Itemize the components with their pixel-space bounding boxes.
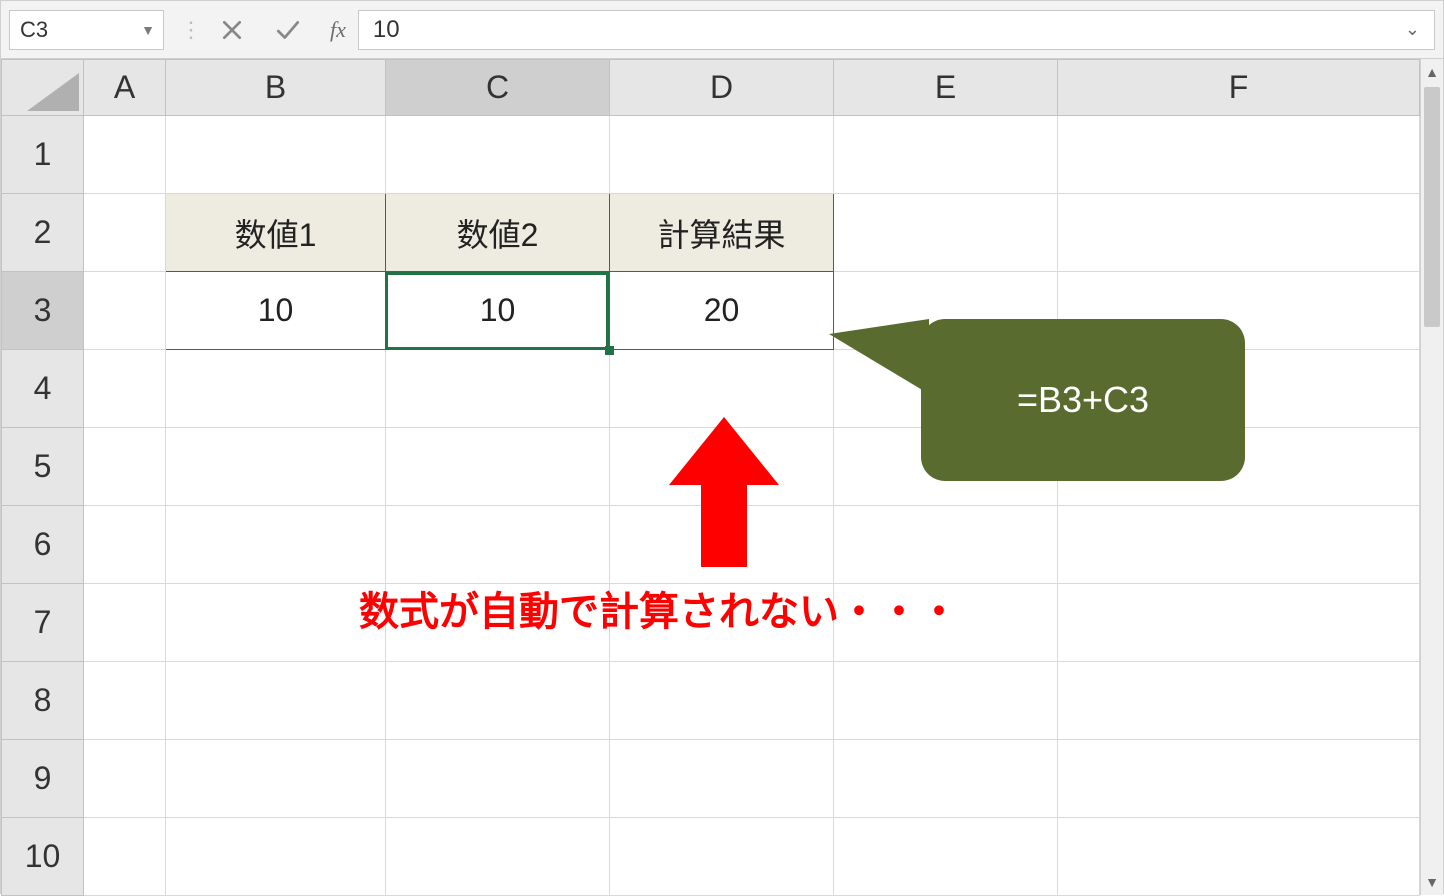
cell-a5[interactable] bbox=[84, 428, 166, 506]
vertical-scrollbar[interactable]: ▲ ▼ bbox=[1420, 59, 1443, 895]
cell-e2[interactable] bbox=[834, 194, 1058, 272]
cell-d4[interactable] bbox=[610, 350, 834, 428]
callout-tail bbox=[829, 319, 929, 394]
col-header-d[interactable]: D bbox=[610, 60, 834, 116]
cell-b2[interactable]: 数値1 bbox=[166, 194, 386, 272]
col-header-b[interactable]: B bbox=[166, 60, 386, 116]
cell-a6[interactable] bbox=[84, 506, 166, 584]
cell-f6[interactable] bbox=[1058, 506, 1420, 584]
cell-b1[interactable] bbox=[166, 116, 386, 194]
cell-c9[interactable] bbox=[386, 740, 610, 818]
row-header-5[interactable]: 5 bbox=[2, 428, 84, 506]
cell-a9[interactable] bbox=[84, 740, 166, 818]
row-header-1[interactable]: 1 bbox=[2, 116, 84, 194]
cell-e8[interactable] bbox=[834, 662, 1058, 740]
cancel-icon[interactable] bbox=[218, 16, 246, 44]
scrollbar-thumb[interactable] bbox=[1424, 87, 1440, 327]
row-header-4[interactable]: 4 bbox=[2, 350, 84, 428]
cell-f10[interactable] bbox=[1058, 818, 1420, 896]
cell-c10[interactable] bbox=[386, 818, 610, 896]
formula-value: 10 bbox=[373, 16, 400, 44]
divider-dots: ⋮ bbox=[172, 17, 210, 43]
cell-e6[interactable] bbox=[834, 506, 1058, 584]
cell-b3[interactable]: 10 bbox=[166, 272, 386, 350]
cell-a1[interactable] bbox=[84, 116, 166, 194]
cell-d3[interactable]: 20 bbox=[610, 272, 834, 350]
cell-d9[interactable] bbox=[610, 740, 834, 818]
cell-e1[interactable] bbox=[834, 116, 1058, 194]
fx-controls: fx bbox=[218, 16, 350, 44]
callout-text: =B3+C3 bbox=[1017, 379, 1149, 421]
col-header-f[interactable]: F bbox=[1058, 60, 1420, 116]
row-header-9[interactable]: 9 bbox=[2, 740, 84, 818]
col-header-a[interactable]: A bbox=[84, 60, 166, 116]
cell-a7[interactable] bbox=[84, 584, 166, 662]
cell-d10[interactable] bbox=[610, 818, 834, 896]
sheet-wrapper: A B C D E F 1 bbox=[1, 59, 1443, 895]
row-header-2[interactable]: 2 bbox=[2, 194, 84, 272]
arrow-up-icon bbox=[669, 417, 779, 567]
cell-f2[interactable] bbox=[1058, 194, 1420, 272]
chevron-up-icon[interactable]: ▲ bbox=[1421, 59, 1443, 85]
cell-c5[interactable] bbox=[386, 428, 610, 506]
grid-area[interactable]: A B C D E F 1 bbox=[1, 59, 1420, 895]
cell-c3[interactable]: 10 bbox=[386, 272, 610, 350]
cell-d1[interactable] bbox=[610, 116, 834, 194]
formula-bar: C3 ▼ ⋮ fx 10 ⌄ bbox=[1, 1, 1443, 59]
cell-c1[interactable] bbox=[386, 116, 610, 194]
annotation-text: 数式が自動で計算されない・・・ bbox=[359, 579, 959, 637]
name-box-value: C3 bbox=[20, 17, 48, 43]
chevron-down-icon[interactable]: ▼ bbox=[141, 22, 155, 38]
fx-icon[interactable]: fx bbox=[330, 17, 346, 43]
cell-b9[interactable] bbox=[166, 740, 386, 818]
cell-c6[interactable] bbox=[386, 506, 610, 584]
cell-c4[interactable] bbox=[386, 350, 610, 428]
cell-b10[interactable] bbox=[166, 818, 386, 896]
row-header-6[interactable]: 6 bbox=[2, 506, 84, 584]
col-header-c[interactable]: C bbox=[386, 60, 610, 116]
cell-b4[interactable] bbox=[166, 350, 386, 428]
cell-f7[interactable] bbox=[1058, 584, 1420, 662]
cell-a4[interactable] bbox=[84, 350, 166, 428]
cell-d8[interactable] bbox=[610, 662, 834, 740]
scrollbar-track[interactable] bbox=[1421, 85, 1443, 869]
cell-c2[interactable]: 数値2 bbox=[386, 194, 610, 272]
name-box[interactable]: C3 ▼ bbox=[9, 10, 164, 50]
cell-b5[interactable] bbox=[166, 428, 386, 506]
enter-icon[interactable] bbox=[274, 16, 302, 44]
select-all-corner[interactable] bbox=[2, 60, 84, 116]
cell-b6[interactable] bbox=[166, 506, 386, 584]
cell-a10[interactable] bbox=[84, 818, 166, 896]
row-header-7[interactable]: 7 bbox=[2, 584, 84, 662]
cell-a8[interactable] bbox=[84, 662, 166, 740]
chevron-down-icon[interactable]: ⌄ bbox=[1405, 19, 1420, 40]
cell-e10[interactable] bbox=[834, 818, 1058, 896]
cell-d2[interactable]: 計算結果 bbox=[610, 194, 834, 272]
cell-f8[interactable] bbox=[1058, 662, 1420, 740]
cell-f9[interactable] bbox=[1058, 740, 1420, 818]
col-header-e[interactable]: E bbox=[834, 60, 1058, 116]
cell-f1[interactable] bbox=[1058, 116, 1420, 194]
cell-a2[interactable] bbox=[84, 194, 166, 272]
cell-e9[interactable] bbox=[834, 740, 1058, 818]
formula-input[interactable]: 10 ⌄ bbox=[358, 10, 1435, 50]
cell-b8[interactable] bbox=[166, 662, 386, 740]
cell-a3[interactable] bbox=[84, 272, 166, 350]
callout-formula: =B3+C3 bbox=[921, 319, 1245, 481]
row-header-8[interactable]: 8 bbox=[2, 662, 84, 740]
cell-c8[interactable] bbox=[386, 662, 610, 740]
row-header-10[interactable]: 10 bbox=[2, 818, 84, 896]
row-header-3[interactable]: 3 bbox=[2, 272, 84, 350]
chevron-down-icon[interactable]: ▼ bbox=[1421, 869, 1443, 895]
cell-b7[interactable] bbox=[166, 584, 386, 662]
